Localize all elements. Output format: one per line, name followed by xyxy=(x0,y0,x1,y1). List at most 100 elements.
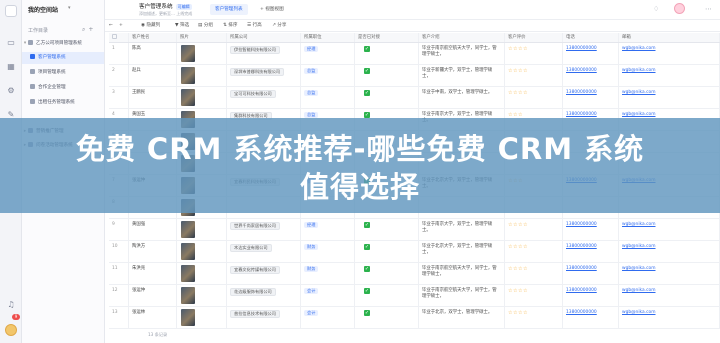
email-link[interactable]: wgb@nika.com xyxy=(622,288,656,293)
star-rating[interactable]: ☆☆☆☆ xyxy=(508,310,528,316)
email-cell[interactable]: wgb@nika.com xyxy=(619,263,720,284)
name-cell[interactable]: 赵兵 xyxy=(129,65,177,86)
company-cell[interactable]: 宝可可科技有限公司 xyxy=(227,87,301,108)
company-cell[interactable]: 世界千尚家居有限公司 xyxy=(227,219,301,240)
sort-button[interactable]: ⇅ 排序 xyxy=(223,21,238,31)
table-row[interactable]: 9 黄国强 世界千尚家居有限公司 经理 ✓ 毕业于南京大学，双学士，管理学硕士。 ☆☆☆☆ 1… xyxy=(109,219,720,241)
name-cell[interactable]: 张运林 xyxy=(129,307,177,328)
rating-cell[interactable]: ☆☆☆☆ xyxy=(505,241,563,262)
rating-cell[interactable]: ☆☆☆☆ xyxy=(505,43,563,64)
template-icon[interactable]: ▦ xyxy=(6,62,16,72)
company-cell[interactable]: 伊拉智能科技有限公司 xyxy=(227,43,301,64)
email-link[interactable]: wgb@nika.com xyxy=(622,112,656,117)
photo-cell[interactable] xyxy=(177,219,227,240)
email-link[interactable]: wgb@nika.com xyxy=(622,46,656,51)
intro-cell[interactable]: 毕业于新疆大学，双学士，管理学硕士， xyxy=(419,65,505,86)
email-cell[interactable]: wgb@nika.com xyxy=(619,307,720,328)
checkbox-checked-icon[interactable]: ✓ xyxy=(364,90,370,96)
column-header[interactable]: 客户介绍 xyxy=(419,33,505,42)
photo-cell[interactable] xyxy=(177,87,227,108)
email-link[interactable]: wgb@nika.com xyxy=(622,244,656,249)
row-number[interactable]: 1 xyxy=(109,43,129,64)
position-cell[interactable]: 财务 xyxy=(301,241,355,262)
row-number[interactable]: 2 xyxy=(109,65,129,86)
phone-cell[interactable]: 13800000000 xyxy=(563,263,619,284)
phone-cell[interactable]: 13800000000 xyxy=(563,219,619,240)
email-link[interactable]: wgb@nika.com xyxy=(622,266,656,271)
company-cell[interactable]: 普拉信息技术有限公司 xyxy=(227,307,301,328)
position-cell[interactable]: 经理 xyxy=(301,43,355,64)
company-cell[interactable]: 木达实业有限公司 xyxy=(227,241,301,262)
email-link[interactable]: wgb@nika.com xyxy=(622,90,656,95)
share-button[interactable]: ↗ 分享 xyxy=(272,21,287,31)
app-title[interactable]: 客户管理系统 可编辑 xyxy=(139,2,192,10)
checkbox-checked-icon[interactable]: ✓ xyxy=(364,310,370,316)
table-row[interactable]: 13 张运林 普拉信息技术有限公司 会计 ✓ 毕业于北京，双学士，管理学硕士。 ☆☆☆☆ 13… xyxy=(109,307,720,329)
photo-cell[interactable] xyxy=(177,65,227,86)
column-header[interactable]: 所属公司 xyxy=(227,33,301,42)
sidebar-item[interactable]: 项目管理系统 xyxy=(22,67,104,79)
email-cell[interactable]: wgb@nika.com xyxy=(619,65,720,86)
phone-link[interactable]: 13800000000 xyxy=(566,222,597,227)
customer-photo[interactable] xyxy=(181,45,195,62)
select-all-checkbox[interactable] xyxy=(109,33,129,42)
rating-cell[interactable]: ☆☆☆☆ xyxy=(505,219,563,240)
photo-cell[interactable] xyxy=(177,241,227,262)
checkbox-checked-icon[interactable]: ✓ xyxy=(364,46,370,52)
filter-button[interactable]: ▼ 筛选 xyxy=(175,21,189,31)
rating-cell[interactable]: ☆☆☆☆ xyxy=(505,285,563,306)
intro-cell[interactable]: 毕业于南京航空航天大学，同学士，管理学硕士， xyxy=(419,263,505,284)
app-description[interactable]: 添加描述，更新至… 上线完成 xyxy=(139,11,192,17)
checkbox-checked-icon[interactable]: ✓ xyxy=(364,222,370,228)
row-number[interactable]: 13 xyxy=(109,307,129,328)
connected-cell[interactable]: ✓ xyxy=(355,241,419,262)
tab-customer-list[interactable]: 客户管理列表 xyxy=(210,4,248,15)
add-icon[interactable]: + xyxy=(119,21,123,31)
star-rating[interactable]: ☆☆☆☆ xyxy=(508,222,528,228)
phone-link[interactable]: 13800000000 xyxy=(566,68,597,73)
workspace-title[interactable]: 我的空间站 xyxy=(28,5,58,14)
phone-link[interactable]: 13800000000 xyxy=(566,288,597,293)
connected-cell[interactable]: ✓ xyxy=(355,65,419,86)
photo-cell[interactable] xyxy=(177,43,227,64)
rating-cell[interactable]: ☆☆☆☆ xyxy=(505,87,563,108)
column-header[interactable]: 客户姓名 xyxy=(129,33,177,42)
row-number[interactable]: 10 xyxy=(109,241,129,262)
table-row[interactable]: 1 陈高 伊拉智能科技有限公司 经理 ✓ 毕业于南京航空航天大学，同学士，管理学硕士， ☆☆… xyxy=(109,43,720,65)
phone-link[interactable]: 13800000000 xyxy=(566,266,597,271)
star-rating[interactable]: ☆☆☆☆ xyxy=(508,90,528,96)
sidebar-item[interactable]: ▾ 乙方公司项目管理系统 xyxy=(22,38,104,50)
connected-cell[interactable]: ✓ xyxy=(355,87,419,108)
name-cell[interactable]: 陈高 xyxy=(129,43,177,64)
customer-photo[interactable] xyxy=(181,287,195,304)
directory-actions[interactable]: ⌕+ xyxy=(82,26,96,34)
position-cell[interactable]: 经理 xyxy=(301,219,355,240)
rating-cell[interactable]: ☆☆☆☆ xyxy=(505,65,563,86)
sidebar-item[interactable]: 合作企业管理 xyxy=(22,82,104,94)
phone-link[interactable]: 13800000000 xyxy=(566,244,597,249)
phone-cell[interactable]: 13800000000 xyxy=(563,285,619,306)
company-cell[interactable]: 宜春文化传媒有限公司 xyxy=(227,263,301,284)
position-cell[interactable]: 财务 xyxy=(301,263,355,284)
table-row[interactable]: 10 陶洪方 木达实业有限公司 财务 ✓ 毕业于北京大学，双学士，管理学硕士， ☆☆☆☆ 13… xyxy=(109,241,720,263)
position-cell[interactable]: 总监 xyxy=(301,87,355,108)
name-cell[interactable]: 黄国强 xyxy=(129,219,177,240)
table-row[interactable]: 3 王鹏民 宝可可科技有限公司 总监 ✓ 毕业于中南，双学士，管理学硕士。 ☆☆☆☆ 1380… xyxy=(109,87,720,109)
hide-columns-button[interactable]: ◉ 隐藏列 xyxy=(141,21,160,31)
phone-cell[interactable]: 13800000000 xyxy=(563,87,619,108)
settings-icon[interactable]: ⚙ xyxy=(6,86,16,96)
checkbox-checked-icon[interactable]: ✓ xyxy=(364,266,370,272)
position-cell[interactable]: 总监 xyxy=(301,65,355,86)
email-link[interactable]: wgb@nika.com xyxy=(622,68,656,73)
customer-photo[interactable] xyxy=(181,309,195,326)
phone-cell[interactable]: 13800000000 xyxy=(563,307,619,328)
checkbox-checked-icon[interactable]: ✓ xyxy=(364,68,370,74)
row-number[interactable]: 3 xyxy=(109,87,129,108)
customer-photo[interactable] xyxy=(181,67,195,84)
connected-cell[interactable]: ✓ xyxy=(355,307,419,328)
position-cell[interactable]: 会计 xyxy=(301,307,355,328)
header-avatar[interactable] xyxy=(674,3,685,14)
photo-cell[interactable] xyxy=(177,307,227,328)
chevron-down-icon[interactable]: ▾ xyxy=(68,5,71,11)
star-rating[interactable]: ☆☆☆☆ xyxy=(508,46,528,52)
